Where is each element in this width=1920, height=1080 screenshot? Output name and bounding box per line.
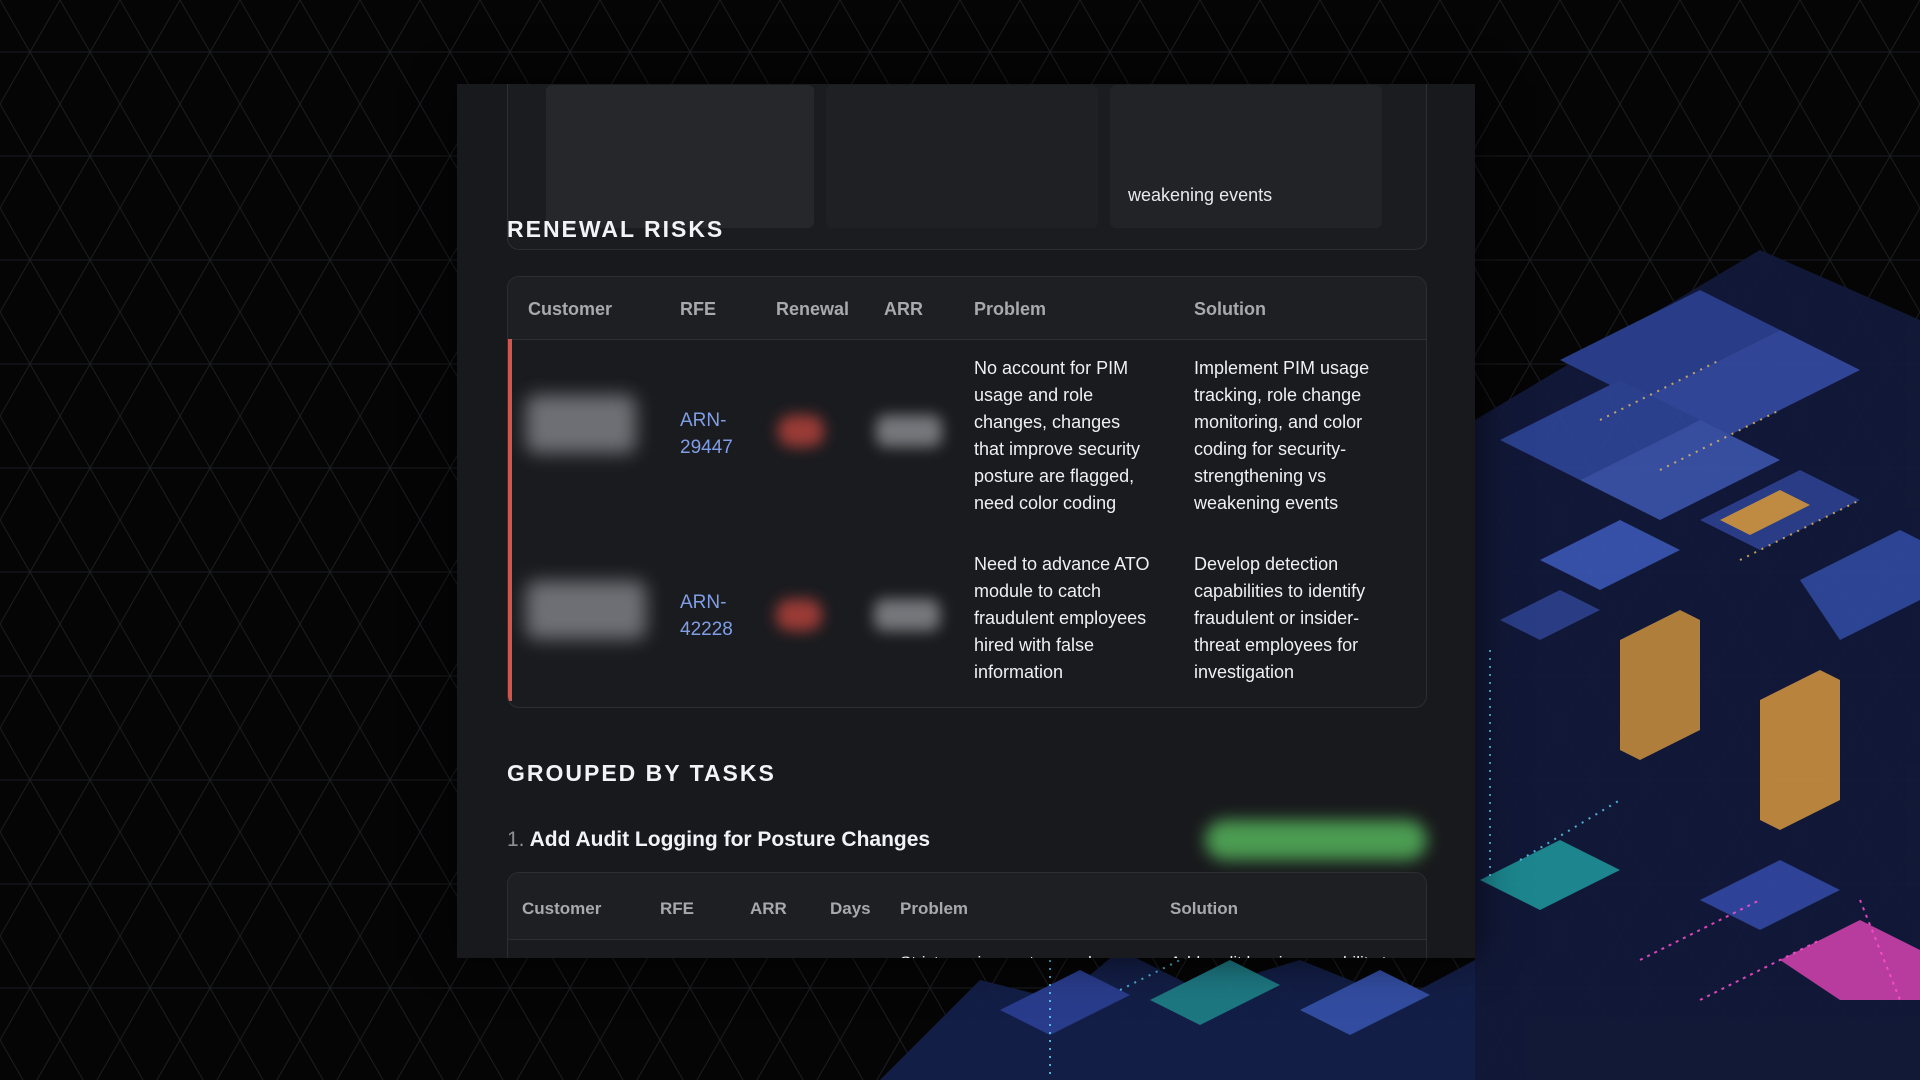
task-table: Customer RFE ARR Days Problem Solution S… <box>507 872 1427 958</box>
problem-line: posture are flagged, <box>974 466 1135 486</box>
problem-line: information <box>974 662 1064 682</box>
redacted-customer-name <box>526 581 646 639</box>
redacted-status-badge <box>1205 820 1427 860</box>
solution-line: weakening events <box>1194 493 1339 513</box>
problem-cell: Need to advance ATO module to catch frau… <box>974 551 1174 686</box>
table-header: Customer RFE ARR Days Problem Solution <box>508 873 1426 940</box>
task-title: Add Audit Logging for Posture Changes <box>529 828 931 851</box>
previous-card-cell <box>546 85 814 228</box>
problem-line: module to catch <box>974 581 1102 601</box>
solution-line: fraudulent or insider- <box>1194 608 1360 628</box>
table-row[interactable]: ARN- 42228 Need to advance ATO module to… <box>508 535 1426 705</box>
problem-line: fraudulent employees <box>974 608 1147 628</box>
column-header-customer[interactable]: Customer <box>522 899 601 919</box>
problem-line: that improve security <box>974 439 1141 459</box>
rfe-link-line[interactable]: ARN- <box>680 592 726 613</box>
problem-line: usage and role <box>974 385 1094 405</box>
redacted-arr-value <box>874 599 940 631</box>
column-header-problem[interactable]: Problem <box>974 299 1046 320</box>
rfe-link[interactable]: ARN- 29447 <box>680 407 733 461</box>
previous-card-cell <box>826 85 1098 228</box>
problem-line: hired with false <box>974 635 1095 655</box>
problem-line: No account for PIM <box>974 358 1129 378</box>
solution-cell: Add audit logging capability to <box>1170 949 1396 958</box>
redacted-customer-name <box>526 395 636 453</box>
task-number: 1. <box>507 828 525 851</box>
column-header-days[interactable]: Days <box>830 899 871 919</box>
solution-line: Implement PIM usage <box>1194 358 1370 378</box>
column-header-customer[interactable]: Customer <box>528 299 612 320</box>
rfe-link-line[interactable]: ARN- <box>680 410 726 431</box>
app-window: weakening events RENEWAL RISKS Customer … <box>457 84 1475 958</box>
rfe-link-line[interactable]: 42228 <box>680 619 733 640</box>
task-heading[interactable]: 1. Add Audit Logging for Posture Changes <box>507 828 930 852</box>
renewal-risks-title: RENEWAL RISKS <box>507 216 725 242</box>
table-header: Customer RFE Renewal ARR Problem Solutio… <box>508 277 1426 340</box>
solution-line: capabilities to identify <box>1194 581 1366 601</box>
column-header-arr[interactable]: ARR <box>884 299 923 320</box>
rfe-link-line[interactable]: 29447 <box>680 437 733 458</box>
renewal-risks-table: Customer RFE Renewal ARR Problem Solutio… <box>507 276 1427 708</box>
redacted-arr-value <box>876 415 942 447</box>
redacted-renewal-date <box>776 599 822 631</box>
solution-line: investigation <box>1194 662 1295 682</box>
solution-line: coding for security- <box>1194 439 1347 459</box>
previous-card-cell: weakening events <box>1110 85 1382 228</box>
column-header-rfe[interactable]: RFE <box>660 899 694 919</box>
column-header-problem[interactable]: Problem <box>900 899 968 919</box>
solution-cell: Implement PIM usage tracking, role chang… <box>1194 355 1414 517</box>
rfe-link[interactable]: ARN- 42228 <box>680 589 733 643</box>
problem-cell: No account for PIM usage and role change… <box>974 355 1174 517</box>
solution-line: Develop detection <box>1194 554 1339 574</box>
problem-cell: Strict requirement around <box>900 949 1092 958</box>
problem-line: changes, changes <box>974 412 1121 432</box>
column-header-rfe[interactable]: RFE <box>680 299 716 320</box>
problem-line: need color coding <box>974 493 1117 513</box>
solution-line: threat employees for <box>1194 635 1359 655</box>
solution-cell: Develop detection capabilities to identi… <box>1194 551 1414 686</box>
column-header-solution[interactable]: Solution <box>1170 899 1238 919</box>
column-header-solution[interactable]: Solution <box>1194 299 1266 320</box>
solution-line: monitoring, and color <box>1194 412 1363 432</box>
previous-card-text: weakening events <box>1128 185 1273 205</box>
column-header-arr[interactable]: ARR <box>750 899 787 919</box>
column-header-renewal[interactable]: Renewal <box>776 299 849 320</box>
grouped-by-tasks-title: GROUPED BY TASKS <box>507 760 776 786</box>
table-row[interactable]: Strict requirement around Add audit logg… <box>508 939 1426 958</box>
redacted-renewal-date <box>778 415 824 447</box>
solution-line: tracking, role change <box>1194 385 1362 405</box>
table-row[interactable]: ARN- 29447 No account for PIM usage and … <box>508 339 1426 535</box>
solution-line: strengthening vs <box>1194 466 1327 486</box>
problem-line: Need to advance ATO <box>974 554 1150 574</box>
